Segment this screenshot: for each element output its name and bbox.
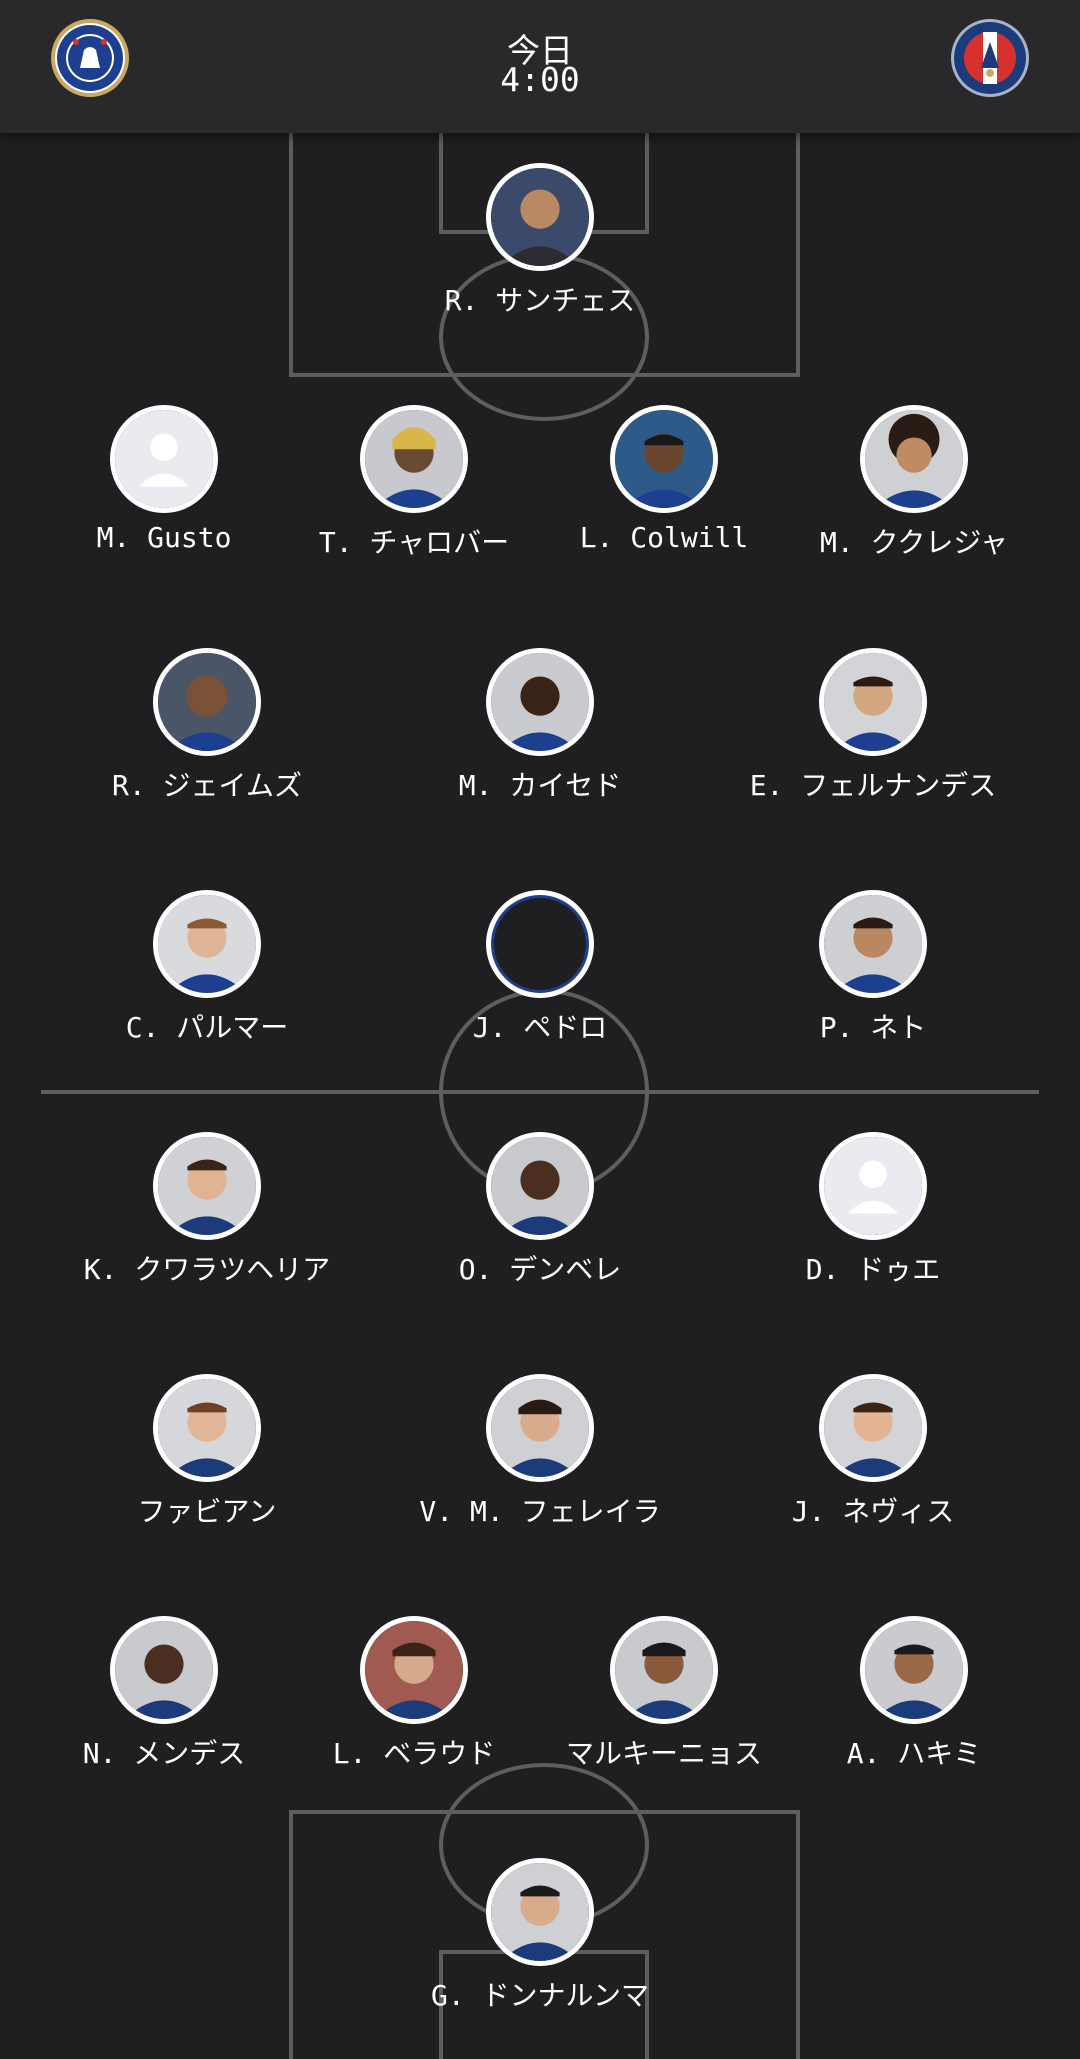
away-player-mf3[interactable]: J. ネヴィス [733, 1374, 1013, 1530]
player-photo [860, 1616, 968, 1724]
player-photo [153, 890, 261, 998]
player-name: マルキーニョス [565, 1737, 762, 1770]
player-name: L. Colwill [579, 521, 749, 554]
empty-photo [486, 890, 594, 998]
player-name: R. サンチェス [444, 284, 636, 317]
player-photo [610, 405, 718, 513]
player-name: ファビアン [137, 1495, 277, 1528]
away-player-df2[interactable]: L. ベラウド [274, 1616, 554, 1772]
player-name: E. フェルナンデス [749, 769, 997, 802]
home-player-cb1[interactable]: T. チャロバー [274, 405, 554, 561]
psg-crest-icon[interactable] [950, 18, 1030, 98]
away-player-gk[interactable]: G. ドンナルンマ [400, 1858, 680, 2014]
home-player-st[interactable]: J. ペドロ [400, 890, 680, 1046]
player-name: M. ククレジャ [819, 526, 1009, 559]
player-name: G. ドンナルンマ [430, 1979, 649, 2012]
player-photo [153, 1132, 261, 1240]
home-player-am1[interactable]: C. パルマー [67, 890, 347, 1046]
player-photo [486, 1374, 594, 1482]
home-player-gk[interactable]: R. サンチェス [400, 163, 680, 319]
home-player-am2[interactable]: P. ネト [733, 890, 1013, 1046]
away-player-df4[interactable]: A. ハキミ [774, 1616, 1054, 1772]
player-photo [486, 1132, 594, 1240]
player-name: J. ネヴィス [791, 1495, 955, 1528]
player-photo [819, 890, 927, 998]
home-player-dm3[interactable]: E. フェルナンデス [733, 648, 1013, 804]
player-photo [819, 1374, 927, 1482]
player-name: O. デンベレ [458, 1253, 622, 1286]
match-header: 今日 4:00 [0, 0, 1080, 133]
away-player-fw2[interactable]: O. デンベレ [400, 1132, 680, 1288]
player-name: M. Gusto [96, 521, 232, 554]
player-name: N. メンデス [82, 1737, 246, 1770]
player-name: V. M. フェレイラ [419, 1495, 661, 1528]
away-player-df1[interactable]: N. メンデス [24, 1616, 304, 1772]
player-name: R. ジェイムズ [111, 769, 302, 802]
player-photo [819, 648, 927, 756]
player-photo [153, 1374, 261, 1482]
away-player-fw3[interactable]: D. ドゥエ [733, 1132, 1013, 1288]
player-photo [360, 405, 468, 513]
player-photo [860, 405, 968, 513]
away-player-fw1[interactable]: K. クワラツヘリア [67, 1132, 347, 1288]
player-photo [360, 1616, 468, 1724]
player-photo [110, 1616, 218, 1724]
player-name: T. チャロバー [318, 526, 510, 559]
away-player-mf1[interactable]: ファビアン [67, 1374, 347, 1530]
home-player-dm2[interactable]: M. カイセド [400, 648, 680, 804]
player-photo [486, 648, 594, 756]
placeholder-avatar-icon [110, 405, 218, 513]
player-name: M. カイセド [458, 769, 622, 802]
home-player-dm1[interactable]: R. ジェイムズ [67, 648, 347, 804]
player-photo [486, 163, 594, 271]
player-name: D. ドゥエ [805, 1253, 941, 1286]
home-player-cb2[interactable]: L. Colwill [524, 405, 804, 554]
player-photo [486, 1858, 594, 1966]
placeholder-avatar-icon [819, 1132, 927, 1240]
player-photo [610, 1616, 718, 1724]
home-player-lb[interactable]: M. ククレジャ [774, 405, 1054, 561]
player-name: A. ハキミ [846, 1737, 982, 1770]
player-name: K. クワラツヘリア [83, 1253, 331, 1286]
away-player-df3[interactable]: マルキーニョス [524, 1616, 804, 1772]
match-time: 4:00 [500, 60, 580, 99]
player-name: C. パルマー [125, 1011, 289, 1044]
home-player-rb[interactable]: M. Gusto [24, 405, 304, 554]
player-name: L. ベラウド [332, 1737, 496, 1770]
away-player-mf2[interactable]: V. M. フェレイラ [400, 1374, 680, 1530]
player-name: J. ペドロ [472, 1011, 608, 1044]
player-photo [153, 648, 261, 756]
player-name: P. ネト [819, 1011, 927, 1044]
